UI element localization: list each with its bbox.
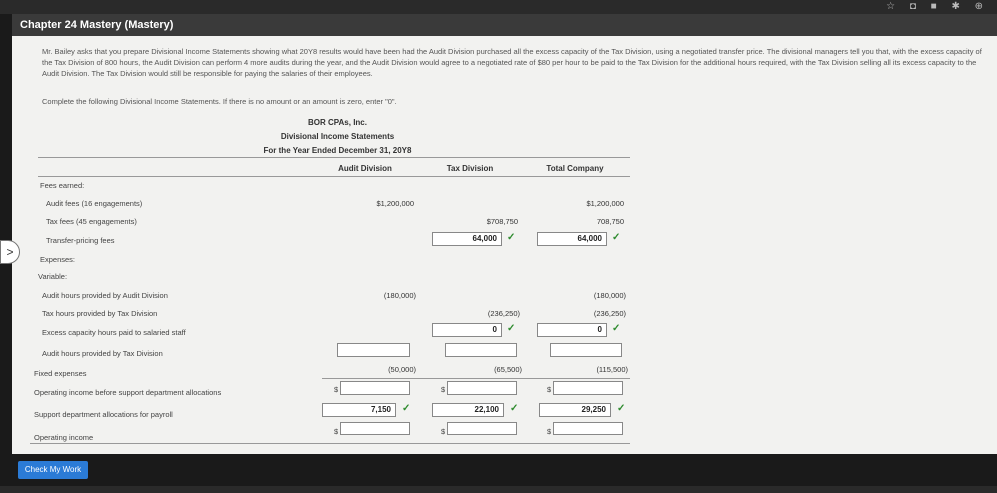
subtotal-rule (322, 378, 630, 379)
op-income-total-input[interactable] (553, 422, 623, 435)
window-top-bar: ☆ ◘ ■ ✱ ⊕ (0, 0, 997, 14)
audit-fees-total-value: $1,200,000 (586, 199, 624, 208)
tax-fees-total-value: 708,750 (596, 217, 624, 226)
tax-hours-tax-value: (236,250) (487, 309, 520, 318)
op-before-tax-input[interactable] (447, 381, 517, 395)
instructions: Complete the following Divisional Income… (42, 97, 397, 106)
op-before-total-input[interactable] (553, 381, 623, 395)
header-rule (38, 157, 630, 158)
label-tax-fees: Tax fees (45 engagements) (46, 217, 137, 226)
statement-period: For the Year Ended December 31, 20Y8 (263, 146, 412, 155)
fixed-tax-value: (65,500) (494, 365, 522, 374)
label-variable: Variable: (38, 272, 68, 281)
label-op-income-before: Operating income before support departme… (34, 388, 222, 397)
col-audit-division: Audit Division (338, 164, 392, 173)
op-income-audit-input[interactable] (340, 422, 410, 435)
dollar-sign: $ (441, 427, 446, 436)
op-income-tax-input[interactable] (447, 422, 517, 435)
dollar-sign: $ (334, 385, 339, 394)
col-tax-division: Tax Division (446, 164, 494, 173)
label-tax-hours-tax: Tax hours provided by Tax Division (42, 309, 158, 318)
excess-capacity-tax-input[interactable]: 0 (432, 323, 502, 337)
col-total-company: Total Company (546, 164, 604, 173)
dollar-sign: $ (547, 385, 552, 394)
fixed-audit-value: (50,000) (388, 365, 416, 374)
label-audit-hours-audit: Audit hours provided by Audit Division (42, 291, 168, 300)
excess-capacity-total-input[interactable]: 0 (537, 323, 607, 337)
company-name: BOR CPAs, Inc. (308, 118, 367, 127)
statement-name: Divisional Income Statements (280, 132, 395, 141)
audit-hours-tax-total-input[interactable] (550, 343, 622, 357)
label-transfer-fees: Transfer-pricing fees (46, 236, 115, 245)
audit-fees-audit-value: $1,200,000 (376, 199, 414, 208)
transfer-fees-total-input[interactable]: 64,000 (537, 232, 607, 246)
audit-hours-tax-audit-input[interactable] (337, 343, 410, 357)
transfer-fees-tax-input[interactable]: 64,000 (432, 232, 502, 246)
check-icon: ✓ (507, 323, 516, 334)
support-audit-input[interactable]: 7,150 (322, 403, 396, 417)
check-icon: ✓ (617, 403, 626, 414)
support-total-input[interactable]: 29,250 (539, 403, 611, 417)
check-icon: ✓ (612, 232, 621, 243)
assignment-header: Chapter 24 Mastery (Mastery) (12, 14, 997, 36)
label-excess-capacity: Excess capacity hours paid to salaried s… (42, 328, 186, 337)
label-expenses: Expenses: (40, 255, 76, 264)
op-before-audit-input[interactable] (340, 381, 410, 395)
check-my-work-button[interactable]: Check My Work (18, 461, 88, 479)
audit-hours-tax-tax-input[interactable] (445, 343, 517, 357)
check-icon: ✓ (612, 323, 621, 334)
label-audit-hours-tax: Audit hours provided by Tax Division (42, 349, 163, 358)
operating-income-rule (30, 443, 630, 444)
problem-description: Mr. Bailey asks that you prepare Divisio… (42, 47, 982, 78)
label-support-allocations: Support department allocations for payro… (34, 410, 173, 419)
audit-hours-audit-value: (180,000) (383, 291, 416, 300)
dollar-sign: $ (441, 385, 446, 394)
label-fixed-expenses: Fixed expenses (34, 369, 87, 378)
label-audit-fees: Audit fees (16 engagements) (46, 199, 143, 208)
bottom-bar (0, 486, 997, 493)
support-tax-input[interactable]: 22,100 (432, 403, 504, 417)
check-icon: ✓ (510, 403, 519, 414)
fixed-total-value: (115,500) (596, 365, 628, 374)
tax-fees-tax-value: $708,750 (486, 217, 518, 226)
tax-hours-total-value: (236,250) (593, 309, 626, 318)
column-rule (38, 176, 630, 177)
dollar-sign: $ (547, 427, 552, 436)
check-icon: ✓ (507, 232, 516, 243)
window-icons[interactable]: ☆ ◘ ■ ✱ ⊕ (886, 1, 989, 12)
label-fees-earned: Fees earned: (40, 181, 85, 190)
dollar-sign: $ (334, 427, 339, 436)
label-operating-income: Operating income (34, 433, 94, 442)
audit-hours-total-value: (180,000) (593, 291, 626, 300)
check-icon: ✓ (402, 403, 411, 414)
